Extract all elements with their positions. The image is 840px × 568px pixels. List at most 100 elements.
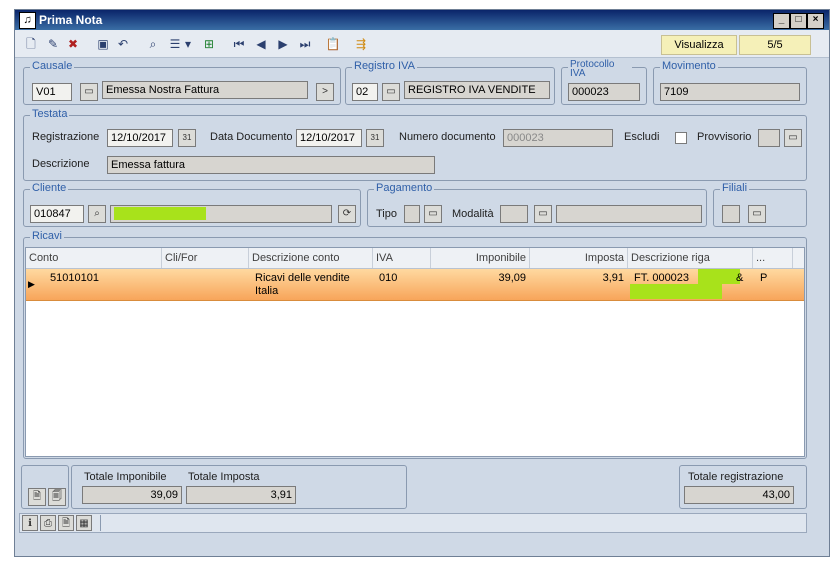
registro-iva-label: Registro IVA [352, 60, 417, 72]
totale-registrazione-group: Totale registrazione 43,00 [679, 465, 807, 509]
binoculars-icon[interactable]: ⌕ [145, 36, 161, 52]
document-icon[interactable]: 🗎 [28, 488, 46, 506]
protocollo-iva-group: Protocollo IVA 000023 [561, 60, 647, 105]
add-row-icon[interactable]: ⊞ [201, 36, 217, 52]
filiali-group: Filiali ▭ [713, 182, 807, 227]
new-document-icon[interactable]: 🗋 [23, 36, 39, 52]
tipo-field[interactable] [404, 205, 420, 223]
grid-header: Conto Cli/For Descrizione conto IVA Impo… [26, 248, 804, 269]
cell-flag: P [760, 272, 768, 284]
modalita-description-field [556, 205, 702, 223]
numero-documento-label: Numero documento [399, 131, 496, 143]
provvisorio-label: Provvisorio [697, 131, 752, 143]
record-position: 5/5 [739, 35, 811, 55]
ricavi-grid[interactable]: Conto Cli/For Descrizione conto IVA Impo… [25, 247, 805, 457]
cliente-code-field[interactable]: 010847 [30, 205, 84, 223]
descrizione-field[interactable]: Emessa fattura [107, 156, 435, 174]
registrazione-date-field[interactable]: 12/10/2017 [107, 129, 173, 147]
maximize-button[interactable]: □ [790, 13, 807, 29]
cliente-refresh-icon[interactable]: ⟳ [338, 205, 356, 223]
registro-iva-lookup-button[interactable]: ▭ [382, 83, 400, 101]
export-icon[interactable]: ⇶ [353, 36, 369, 52]
modalita-field[interactable] [500, 205, 528, 223]
minimize-button[interactable]: _ [773, 13, 790, 29]
column-header-imposta[interactable]: Imposta [530, 248, 628, 268]
column-header-clifor[interactable]: Cli/For [162, 248, 249, 268]
document-list-icon[interactable]: 🗐 [48, 488, 66, 506]
list-view-icon[interactable]: ☰ [167, 36, 183, 52]
registrazione-label: Registrazione [32, 131, 100, 143]
totale-imposta-field: 3,91 [186, 486, 296, 504]
column-header-imponibile[interactable]: Imponibile [431, 248, 530, 268]
clipboard-icon[interactable]: 📋 [325, 36, 341, 52]
toolbar: 🗋 ✎ ✖ ▣ ↶ ⌕ ☰ ▾ ⊞ ⏮ ◀ ▶ ⏭ 📋 ⇶ Visualizza… [15, 30, 829, 58]
protocollo-iva-field: 000023 [568, 83, 640, 101]
tipo-lookup-button[interactable]: ▭ [424, 205, 442, 223]
testata-group: Testata Registrazione 12/10/2017 31 Data… [23, 108, 807, 181]
column-header-more[interactable]: ... [753, 248, 793, 268]
descrizione-label: Descrizione [32, 158, 90, 170]
registrazione-calendar-icon[interactable]: 31 [178, 129, 196, 147]
pagamento-label: Pagamento [374, 182, 435, 194]
movimento-label: Movimento [660, 60, 718, 72]
print-icon[interactable]: ⎙ [40, 515, 56, 531]
data-documento-field[interactable]: 12/10/2017 [296, 129, 362, 147]
provvisorio-field[interactable] [758, 129, 780, 147]
totale-registrazione-field: 43,00 [684, 486, 794, 504]
movimento-group: Movimento 7109 [653, 60, 807, 105]
next-record-icon[interactable]: ▶ [275, 36, 291, 52]
cell-descrizione-conto: Ricavi delle vendite Italia [255, 272, 350, 297]
first-record-icon[interactable]: ⏮ [231, 36, 247, 52]
column-header-descrizione-riga[interactable]: Descrizione riga [628, 248, 753, 268]
totale-imponibile-field: 39,09 [82, 486, 182, 504]
escludi-checkbox[interactable] [675, 132, 687, 144]
last-record-icon[interactable]: ⏭ [297, 36, 313, 52]
calculator-icon[interactable]: ▦ [76, 515, 92, 531]
app-icon: ♫ [19, 12, 36, 29]
table-row[interactable]: ▶ 51010101 Ricavi delle vendite Italia 0… [26, 269, 804, 301]
status-bar: ℹ ⎙ 🗎 ▦ [19, 513, 807, 533]
status-divider [100, 515, 102, 531]
save-icon[interactable]: ▣ [95, 36, 111, 52]
provvisorio-lookup-button[interactable]: ▭ [784, 129, 802, 147]
data-documento-calendar-icon[interactable]: 31 [366, 129, 384, 147]
edit-icon[interactable]: ✎ [45, 36, 61, 52]
cell-imponibile: 39,09 [498, 272, 526, 284]
title-bar[interactable]: ♫ Prima Nota _ □ × [15, 10, 829, 30]
mode-indicator: Visualizza [661, 35, 737, 55]
causale-lookup-button[interactable]: ▭ [80, 83, 98, 101]
cliente-binoculars-icon[interactable]: ⌕ [88, 205, 106, 223]
window-title: Prima Nota [39, 13, 103, 27]
totale-imponibile-label: Totale Imponibile [84, 471, 167, 483]
protocollo-iva-label: Protocollo IVA [568, 60, 632, 79]
totale-registrazione-label: Totale registrazione [688, 471, 784, 483]
registro-iva-description-field: REGISTRO IVA VENDITE [404, 81, 550, 99]
prima-nota-window: ♫ Prima Nota _ □ × 🗋 ✎ ✖ ▣ ↶ ⌕ ☰ ▾ ⊞ ⏮ ◀… [14, 9, 830, 557]
movimento-field: 7109 [660, 83, 800, 101]
filiali-field[interactable] [722, 205, 740, 223]
modalita-lookup-button[interactable]: ▭ [534, 205, 552, 223]
dropdown-arrow-icon[interactable]: ▾ [183, 36, 193, 52]
causale-go-button[interactable]: > [316, 83, 334, 101]
row-actions-group: 🗎 🗐 [21, 465, 69, 509]
undo-icon[interactable]: ↶ [115, 36, 131, 52]
cliente-label: Cliente [30, 182, 69, 194]
info-icon[interactable]: ℹ [22, 515, 38, 531]
filiali-lookup-button[interactable]: ▭ [748, 205, 766, 223]
numero-documento-field[interactable]: 000023 [503, 129, 613, 147]
causale-description-field: Emessa Nostra Fattura [102, 81, 308, 99]
column-header-iva[interactable]: IVA [373, 248, 431, 268]
causale-code-field[interactable]: V01 [32, 83, 72, 101]
causale-group: Causale V01 ▭ Emessa Nostra Fattura > [23, 60, 341, 105]
pagamento-group: Pagamento Tipo ▭ Modalità ▭ [367, 182, 707, 227]
cliente-group: Cliente 010847 ⌕ ⟳ [23, 182, 361, 227]
column-header-descrizione-conto[interactable]: Descrizione conto [249, 248, 373, 268]
delete-icon[interactable]: ✖ [65, 36, 81, 52]
close-button[interactable]: × [807, 13, 824, 29]
column-header-conto[interactable]: Conto [26, 248, 162, 268]
redaction-mark [630, 284, 722, 299]
row-indicator-icon: ▶ [28, 279, 35, 289]
previous-record-icon[interactable]: ◀ [253, 36, 269, 52]
report-icon[interactable]: 🗎 [58, 515, 74, 531]
registro-iva-code-field[interactable]: 02 [352, 83, 378, 101]
